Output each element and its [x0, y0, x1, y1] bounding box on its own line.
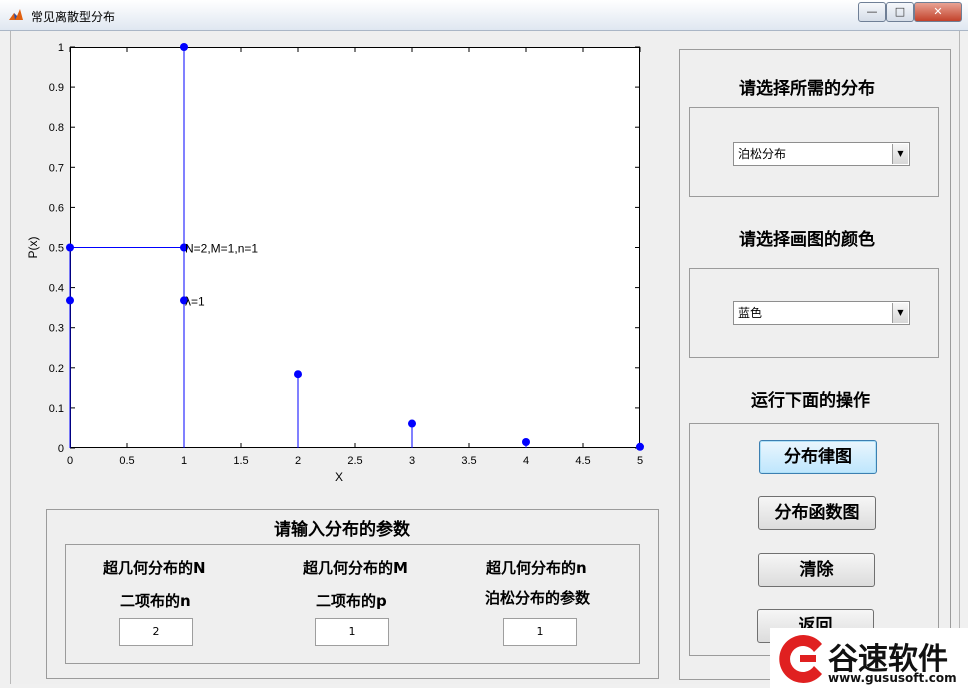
- y-tick-label: 0.9: [49, 82, 64, 94]
- x-tick-label: 3.5: [461, 455, 476, 467]
- x-tick-label: 0: [67, 455, 73, 467]
- y-tick-label: 0: [58, 443, 64, 455]
- params-title: 请输入分布的参数: [274, 520, 410, 540]
- x-tick-label: 4.5: [575, 455, 590, 467]
- color-select[interactable]: 蓝色 ▼: [733, 301, 910, 325]
- param2-input[interactable]: 1: [315, 618, 389, 646]
- dist-title: 请选择所需的分布: [739, 79, 875, 99]
- stem-marker: [180, 43, 188, 51]
- y-tick-label: 0.3: [49, 323, 64, 335]
- chevron-down-icon[interactable]: ▼: [892, 144, 908, 164]
- watermark: 谷速软件 www.gususoft.com: [770, 628, 968, 688]
- ops-title: 运行下面的操作: [751, 391, 870, 411]
- color-title: 请选择画图的颜色: [739, 230, 875, 250]
- color-select-value: 蓝色: [738, 306, 763, 320]
- y-axis-label: P(x): [26, 237, 40, 259]
- clear-button[interactable]: 清除: [758, 553, 875, 587]
- annotation-label: λ=1: [185, 294, 205, 308]
- y-tick-label: 0.6: [49, 202, 64, 214]
- y-tick-label: 1: [58, 42, 64, 54]
- dist-select[interactable]: 泊松分布 ▼: [733, 142, 910, 166]
- y-tick-label: 0.2: [49, 363, 64, 375]
- x-tick-label: 4: [523, 455, 529, 467]
- param3-input[interactable]: 1: [503, 618, 577, 646]
- y-tick-label: 0.1: [49, 403, 64, 415]
- param3-label-1: 超几何分布的n: [486, 559, 587, 577]
- x-tick-label: 1.5: [233, 455, 248, 467]
- x-tick-label: 1: [181, 455, 187, 467]
- annotation-label: N=2,M=1,n=1: [185, 242, 258, 256]
- param1-label-2: 二项布的n: [120, 592, 191, 610]
- y-tick-label: 0.8: [49, 122, 64, 134]
- y-tick-label: 0.4: [49, 283, 64, 295]
- stem-marker: [522, 437, 530, 446]
- stem-marker: [294, 370, 302, 379]
- param2-label-2: 二项布的p: [316, 592, 387, 610]
- stem-marker: [636, 442, 644, 451]
- x-tick-label: 2.5: [347, 455, 362, 467]
- param1-input[interactable]: 2: [119, 618, 193, 646]
- pmf-button[interactable]: 分布律图: [759, 440, 877, 474]
- param2-label-1: 超几何分布的M: [303, 559, 408, 577]
- stem-marker: [408, 419, 416, 428]
- watermark-url: www.gususoft.com: [828, 671, 957, 685]
- param3-label-2: 泊松分布的参数: [485, 589, 591, 607]
- x-tick-label: 0.5: [119, 455, 134, 467]
- y-tick-label: 0.7: [49, 162, 64, 174]
- x-tick-label: 5: [637, 455, 643, 467]
- cdf-button[interactable]: 分布函数图: [758, 496, 876, 530]
- x-tick-label: 3: [409, 455, 415, 467]
- dist-select-value: 泊松分布: [738, 147, 787, 161]
- param1-label-1: 超几何分布的N: [103, 559, 206, 577]
- chevron-down-icon[interactable]: ▼: [892, 303, 908, 323]
- y-tick-label: 0.5: [49, 243, 64, 255]
- x-axis-label: X: [335, 470, 343, 484]
- x-tick-label: 2: [295, 455, 301, 467]
